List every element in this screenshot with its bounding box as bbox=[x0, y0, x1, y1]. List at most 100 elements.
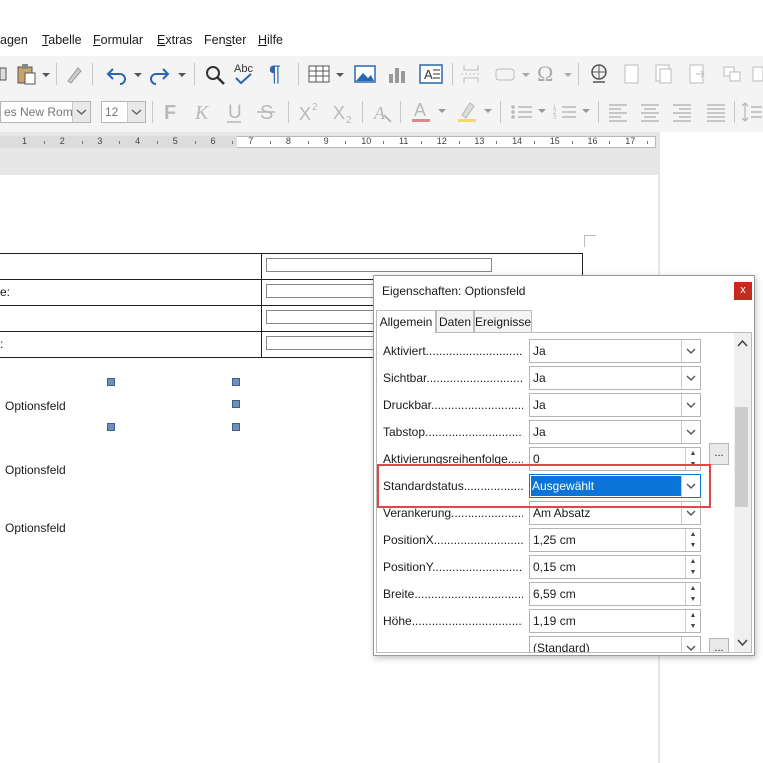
option-field-3[interactable]: Optionsfeld bbox=[5, 521, 66, 535]
comment-icon[interactable] bbox=[652, 62, 674, 86]
clear-formatting-icon[interactable]: A bbox=[370, 100, 394, 124]
justify-icon[interactable] bbox=[704, 100, 728, 124]
align-center-icon[interactable] bbox=[638, 100, 662, 124]
spin-down-icon[interactable]: ▼ bbox=[686, 621, 700, 632]
font-color-icon[interactable]: A bbox=[408, 98, 434, 124]
subscript-icon[interactable]: X2 bbox=[330, 100, 356, 124]
highlighting-icon[interactable] bbox=[454, 98, 480, 124]
text-field[interactable] bbox=[266, 336, 376, 350]
horizontal-ruler[interactable]: 1 2 3 4 5 6 7 8 9 10 11 12 13 14 15 16 17 bbox=[0, 132, 660, 154]
spin-down-icon[interactable]: ▼ bbox=[686, 540, 700, 551]
property-dropdown[interactable]: Ja bbox=[529, 339, 701, 363]
property-dropdown[interactable]: Ja bbox=[529, 420, 701, 444]
font-color-dropdown-icon[interactable] bbox=[436, 104, 448, 120]
spin-up-icon[interactable]: ▲ bbox=[686, 556, 700, 567]
menu-item-tabelle[interactable]: Tabelle bbox=[42, 33, 82, 47]
paste-dropdown-icon[interactable] bbox=[40, 66, 52, 82]
menu-item-hilfe[interactable]: Hilfe bbox=[258, 33, 283, 47]
scroll-down-icon[interactable] bbox=[737, 636, 748, 650]
spin-up-icon[interactable]: ▲ bbox=[686, 610, 700, 621]
spellcheck-icon[interactable]: Abc bbox=[232, 60, 260, 86]
chevron-down-icon[interactable] bbox=[681, 637, 700, 652]
tab-daten[interactable]: Daten bbox=[436, 310, 474, 332]
selection-handle[interactable] bbox=[232, 423, 240, 431]
special-character-icon[interactable]: Ω bbox=[534, 60, 560, 86]
special-char-dropdown-icon[interactable] bbox=[562, 66, 574, 82]
spin-buttons[interactable]: ▲ ▼ bbox=[685, 610, 700, 632]
option-field-1[interactable]: Optionsfeld bbox=[5, 399, 66, 413]
hyperlink-icon[interactable] bbox=[586, 62, 612, 86]
redo-dropdown-icon[interactable] bbox=[176, 66, 188, 82]
find-replace-icon[interactable] bbox=[202, 62, 228, 86]
insert-textbox-icon[interactable]: A bbox=[418, 62, 444, 86]
spin-up-icon[interactable]: ▲ bbox=[686, 529, 700, 540]
spin-up-icon[interactable]: ▲ bbox=[686, 583, 700, 594]
property-dropdown[interactable]: Ja bbox=[529, 393, 701, 417]
line-icon[interactable] bbox=[750, 62, 763, 86]
spin-buttons[interactable]: ▲ ▼ bbox=[685, 556, 700, 578]
insert-image-icon[interactable] bbox=[352, 62, 378, 86]
chevron-down-icon[interactable] bbox=[681, 421, 700, 443]
align-left-icon[interactable] bbox=[606, 100, 630, 124]
tab-ereignisse[interactable]: Ereignisse bbox=[474, 310, 532, 332]
ellipsis-button[interactable]: ... bbox=[709, 638, 729, 652]
property-spinfield[interactable]: 1,25 cm ▲ ▼ bbox=[529, 528, 701, 552]
option-field-2[interactable]: Optionsfeld bbox=[5, 463, 66, 477]
selection-handle[interactable] bbox=[232, 400, 240, 408]
property-spinfield[interactable]: 6,59 cm ▲ ▼ bbox=[529, 582, 701, 606]
align-right-icon[interactable] bbox=[670, 100, 694, 124]
menu-item-extras[interactable]: Extras bbox=[157, 33, 192, 47]
clone-formatting-icon[interactable] bbox=[62, 62, 86, 86]
spin-up-icon[interactable]: ▲ bbox=[686, 448, 700, 459]
insert-field-icon[interactable] bbox=[492, 62, 518, 86]
spin-down-icon[interactable]: ▼ bbox=[686, 594, 700, 605]
superscript-icon[interactable]: X2 bbox=[296, 100, 322, 124]
chevron-down-icon[interactable] bbox=[681, 394, 700, 416]
menu-item-einfuegen[interactable]: agen bbox=[0, 33, 28, 47]
bullet-list-icon[interactable] bbox=[508, 100, 536, 124]
footnote-icon[interactable] bbox=[620, 62, 642, 86]
text-field[interactable] bbox=[266, 258, 492, 272]
spin-down-icon[interactable]: ▼ bbox=[686, 567, 700, 578]
undo-icon[interactable] bbox=[104, 62, 130, 86]
strikethrough-icon[interactable]: S bbox=[254, 100, 278, 124]
text-field[interactable] bbox=[266, 284, 376, 298]
undo-dropdown-icon[interactable] bbox=[132, 66, 144, 82]
property-dropdown[interactable]: (Standard) bbox=[529, 636, 701, 652]
track-changes-icon[interactable] bbox=[686, 62, 708, 86]
chevron-down-icon[interactable] bbox=[681, 340, 700, 362]
font-name-combo[interactable]: es New Roman bbox=[0, 101, 91, 123]
property-dropdown[interactable]: Ja bbox=[529, 366, 701, 390]
selection-handle[interactable] bbox=[107, 423, 115, 431]
scroll-thumb[interactable] bbox=[735, 407, 748, 507]
spin-buttons[interactable]: ▲ ▼ bbox=[685, 529, 700, 551]
selection-handle[interactable] bbox=[232, 378, 240, 386]
copy-icon[interactable] bbox=[0, 64, 8, 84]
line-spacing-icon[interactable] bbox=[740, 100, 763, 124]
formatting-marks-icon[interactable]: ¶ bbox=[266, 60, 290, 86]
page-break-icon[interactable] bbox=[458, 62, 484, 86]
close-button[interactable]: x bbox=[734, 282, 752, 300]
text-field[interactable] bbox=[266, 310, 376, 324]
menu-item-formular[interactable]: Formular bbox=[93, 33, 143, 47]
underline-icon[interactable]: U bbox=[222, 100, 246, 124]
numbered-dropdown-icon[interactable] bbox=[580, 104, 592, 120]
frame-icon[interactable] bbox=[720, 62, 744, 86]
tab-allgemein[interactable]: Allgemein bbox=[376, 310, 436, 333]
highlighting-dropdown-icon[interactable] bbox=[482, 104, 494, 120]
bullet-dropdown-icon[interactable] bbox=[536, 104, 548, 120]
ellipsis-button[interactable]: ... bbox=[709, 443, 729, 465]
field-dropdown-icon[interactable] bbox=[520, 66, 532, 82]
insert-table-icon[interactable] bbox=[306, 62, 332, 86]
chevron-down-icon[interactable] bbox=[681, 367, 700, 389]
properties-scrollbar[interactable] bbox=[734, 333, 751, 652]
scroll-up-icon[interactable] bbox=[737, 338, 748, 352]
bold-icon[interactable]: F bbox=[158, 100, 182, 124]
selection-handle[interactable] bbox=[107, 378, 115, 386]
paste-icon[interactable] bbox=[14, 62, 38, 86]
redo-icon[interactable] bbox=[146, 62, 172, 86]
spin-buttons[interactable]: ▲ ▼ bbox=[685, 583, 700, 605]
table-dropdown-icon[interactable] bbox=[334, 66, 346, 82]
property-spinfield[interactable]: 0,15 cm ▲ ▼ bbox=[529, 555, 701, 579]
font-size-combo[interactable]: 12 bbox=[101, 101, 146, 123]
